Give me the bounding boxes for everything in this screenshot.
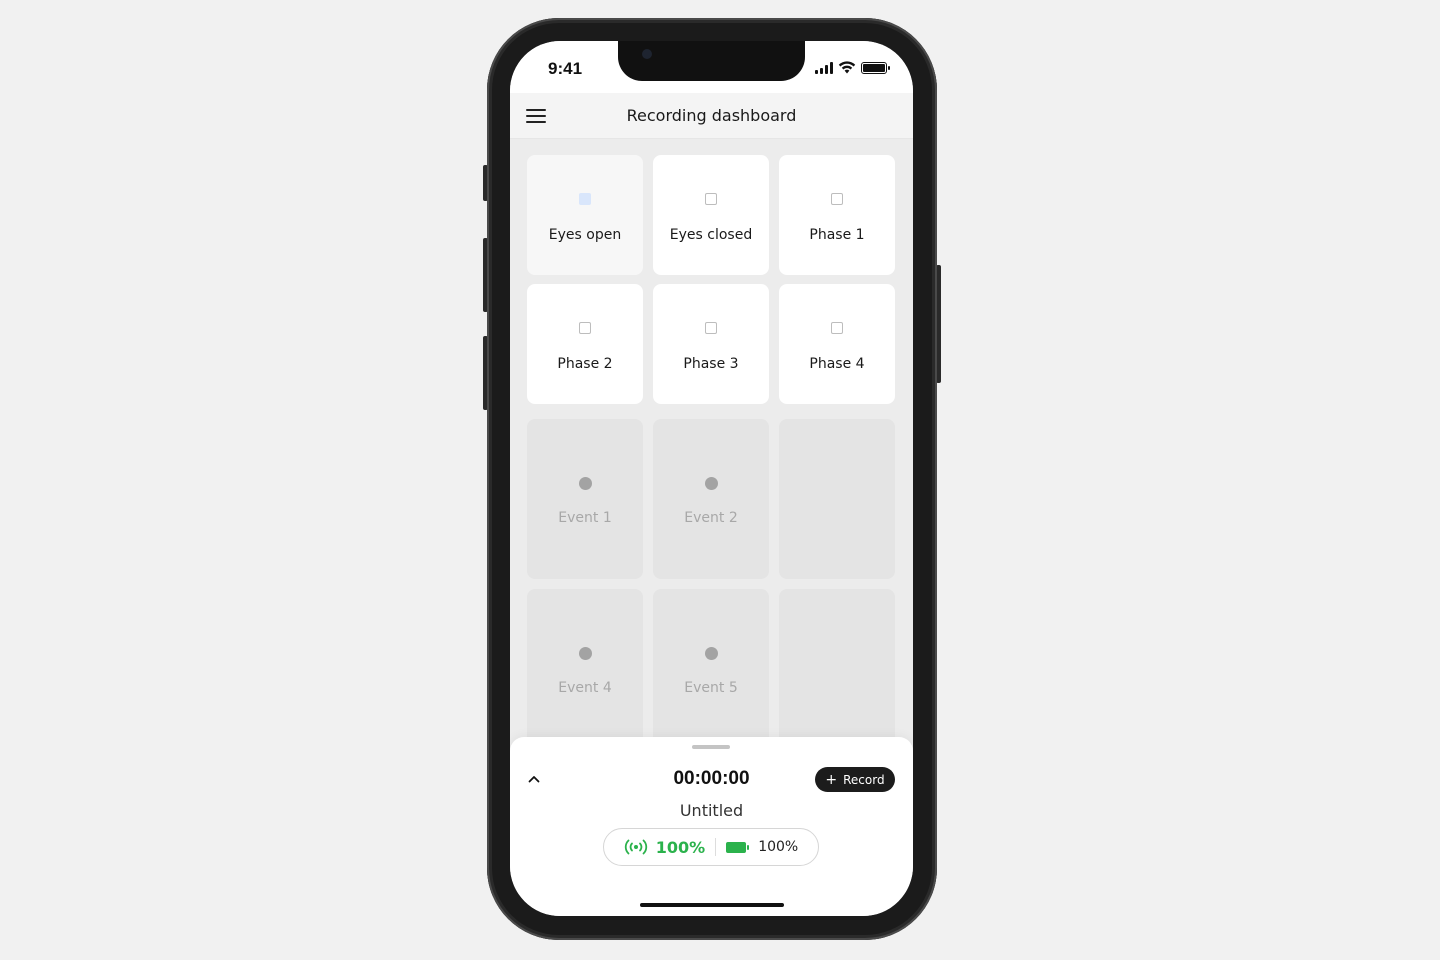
divider [715, 838, 717, 856]
event-button-empty[interactable] [779, 589, 895, 749]
tile-label: Phase 1 [809, 227, 865, 243]
event-button-2[interactable]: Event 2 [653, 419, 769, 579]
tile-phase-3[interactable]: Phase 3 [653, 284, 769, 404]
plus-icon: + [825, 771, 838, 788]
signal-strength-value: 100% [655, 837, 706, 857]
tile-checkbox[interactable] [831, 322, 843, 334]
recording-name: Untitled [679, 801, 744, 820]
event-dot-icon [704, 647, 718, 660]
dashboard-grid: Eyes open Eyes closed Phase 1 Phase 2 Ph… [510, 139, 913, 779]
tile-checkbox[interactable] [579, 193, 591, 205]
cellular-signal-icon [815, 61, 833, 74]
status-icons [815, 61, 890, 74]
tile-label: Eyes closed [669, 227, 753, 243]
broadcast-signal-icon [624, 839, 647, 855]
tile-label: Phase 2 [557, 356, 613, 372]
recording-bottom-sheet: 00:00:00 + Record Untitled 100% 100% [510, 737, 913, 916]
tile-label: Phase 4 [809, 356, 865, 372]
tile-phase-4[interactable]: Phase 4 [779, 284, 895, 404]
tile-phase-2[interactable]: Phase 2 [527, 284, 643, 404]
battery-icon [861, 61, 890, 74]
tile-phase-1[interactable]: Phase 1 [779, 155, 895, 275]
event-dot-icon [578, 647, 592, 660]
app-header: Recording dashboard [510, 93, 913, 139]
home-indicator[interactable] [640, 903, 784, 907]
sheet-grabber[interactable] [692, 745, 730, 749]
tile-checkbox[interactable] [831, 193, 843, 205]
page-title: Recording dashboard [626, 106, 797, 125]
record-button-label: Record [843, 772, 885, 787]
tile-label: Phase 3 [683, 356, 739, 372]
phone-screen: 9:41 Recording dashboard Eyes open Eyes … [510, 41, 913, 916]
tile-checkbox[interactable] [705, 322, 717, 334]
event-dot-icon [704, 477, 718, 490]
event-label: Event 2 [684, 510, 738, 526]
camera-icon [642, 49, 652, 59]
tile-eyes-closed[interactable]: Eyes closed [653, 155, 769, 275]
tile-checkbox[interactable] [705, 193, 717, 205]
event-button-4[interactable]: Event 4 [527, 589, 643, 749]
event-label: Event 4 [558, 680, 612, 696]
tile-checkbox[interactable] [579, 322, 591, 334]
event-button-empty[interactable] [779, 419, 895, 579]
event-label: Event 5 [684, 680, 738, 696]
event-button-1[interactable]: Event 1 [527, 419, 643, 579]
tile-eyes-open[interactable]: Eyes open [527, 155, 643, 275]
event-label: Event 1 [558, 510, 612, 526]
wifi-icon [838, 61, 856, 74]
event-button-5[interactable]: Event 5 [653, 589, 769, 749]
battery-level-value: 100% [758, 839, 799, 855]
status-time: 9:41 [548, 59, 583, 78]
device-status-pill: 100% 100% [603, 828, 819, 866]
event-dot-icon [578, 477, 592, 490]
tile-label: Eyes open [548, 227, 622, 243]
record-button[interactable]: + Record [815, 767, 895, 792]
device-battery-icon [726, 841, 750, 853]
notch [618, 41, 805, 81]
